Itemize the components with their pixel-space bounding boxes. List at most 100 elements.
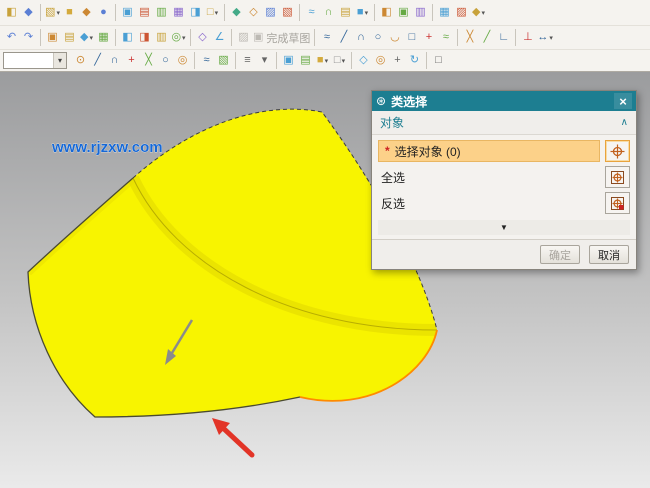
- datum-axis-icon[interactable]: ◆: [20, 3, 37, 23]
- undo-icon[interactable]: ↶: [3, 28, 20, 48]
- cancel-button[interactable]: 取消: [589, 245, 629, 264]
- edge-blend-icon[interactable]: ◆: [228, 3, 245, 23]
- make-corner-icon[interactable]: ∟: [495, 28, 512, 48]
- subtract-icon[interactable]: ▤: [136, 3, 153, 23]
- toolbar-row-selection: ▾ ⊙╱∩+╳○◎≈▧≡▾▣▤■▾□▾◇◎+↻□: [0, 50, 650, 71]
- toolbar-row-features: ◧◆▧▾■◆●▣▤▥▦◨□▾◆◇▨▧≈∩▤■▾◧▣▥▦▨◆▾: [0, 0, 650, 26]
- ruled-surface-icon[interactable]: ▤: [337, 3, 354, 23]
- selection-filter-combo[interactable]: ▾: [3, 52, 67, 69]
- edit-sketch-icon[interactable]: ▤: [61, 28, 78, 48]
- arc-icon[interactable]: ∩: [352, 28, 369, 48]
- measure-distance-icon[interactable]: ◇: [194, 28, 211, 48]
- datum-plane-icon[interactable]: ◧: [3, 3, 20, 23]
- pull-face-icon[interactable]: ◨: [136, 28, 153, 48]
- mirror-feature-icon[interactable]: ◨: [187, 3, 204, 23]
- trim-body-icon[interactable]: ▨: [262, 3, 279, 23]
- resize-blend-icon[interactable]: ◎▾: [170, 28, 187, 48]
- dialog-titlebar[interactable]: ⊛ 类选择 ×: [372, 91, 636, 111]
- close-button[interactable]: ×: [614, 93, 632, 109]
- collapse-chevron-icon[interactable]: ∧: [621, 117, 628, 128]
- gear-icon: ⊛: [376, 95, 386, 107]
- rectangle-icon[interactable]: □: [403, 28, 420, 48]
- menu-icon[interactable]: ≡: [239, 51, 256, 71]
- end-point-snap-icon[interactable]: ╱: [89, 51, 106, 71]
- bounded-plane-icon[interactable]: ■▾: [354, 3, 371, 23]
- hole-icon[interactable]: ●: [95, 3, 112, 23]
- select-all-crosshair-icon: [610, 170, 625, 185]
- move-face-icon[interactable]: ▦: [436, 3, 453, 23]
- toolbar-separator: [231, 29, 232, 46]
- chevron-down-icon[interactable]: ▾: [53, 53, 66, 68]
- fit-view-icon[interactable]: ◇: [355, 51, 372, 71]
- sew-icon[interactable]: ▥: [412, 3, 429, 23]
- select-all-button[interactable]: [605, 166, 630, 188]
- chevron-down-icon: ▾: [89, 34, 93, 42]
- replace-face-icon[interactable]: ◆▾: [470, 3, 487, 23]
- arc-center-snap-icon[interactable]: ○: [157, 51, 174, 71]
- quadrant-snap-icon[interactable]: ◎: [174, 51, 191, 71]
- trimetric-view-icon[interactable]: ▤: [297, 51, 314, 71]
- circle-icon[interactable]: ○: [369, 28, 386, 48]
- dialog-footer: 确定 取消: [372, 239, 636, 269]
- measure-angle-icon[interactable]: ∠: [211, 28, 228, 48]
- intersect-icon[interactable]: ▥: [153, 3, 170, 23]
- geometric-constraints-icon[interactable]: ⊥: [519, 28, 536, 48]
- line-icon[interactable]: ╱: [335, 28, 352, 48]
- extrude-icon[interactable]: ■: [61, 3, 78, 23]
- sketch-curve-icon[interactable]: ▨: [235, 28, 252, 48]
- sketch-icon[interactable]: ▧▾: [44, 3, 61, 23]
- object-section-header[interactable]: 对象 ∧: [372, 111, 636, 135]
- snap-point-toggle-icon[interactable]: ⊙: [72, 51, 89, 71]
- shell-icon[interactable]: □▾: [204, 3, 221, 23]
- thicken-icon[interactable]: ▣: [395, 3, 412, 23]
- point-on-face-snap-icon[interactable]: ▧: [215, 51, 232, 71]
- invert-selection-button[interactable]: [605, 192, 630, 214]
- main-toolbar: ◧◆▧▾■◆●▣▤▥▦◨□▾◆◇▨▧≈∩▤■▾◧▣▥▦▨◆▾ ↶↷▣▤◆▾▦◧◨…: [0, 0, 650, 72]
- select-object-field[interactable]: * 选择对象 (0): [378, 140, 600, 162]
- offset-surface-icon[interactable]: ◧: [378, 3, 395, 23]
- select-object-button[interactable]: [605, 140, 630, 162]
- toolbar-separator: [351, 52, 352, 69]
- swept-icon[interactable]: ∩: [320, 3, 337, 23]
- point-on-curve-snap-icon[interactable]: ≈: [198, 51, 215, 71]
- selection-filter-icon[interactable]: ▾: [256, 51, 273, 71]
- through-curves-icon[interactable]: ≈: [303, 3, 320, 23]
- orient-view-icon[interactable]: ▣: [280, 51, 297, 71]
- offset-region-icon[interactable]: ▥: [153, 28, 170, 48]
- toolbar-separator: [515, 29, 516, 46]
- control-point-snap-icon[interactable]: +: [123, 51, 140, 71]
- select-object-row: * 选择对象 (0): [372, 138, 636, 164]
- point-icon[interactable]: +: [420, 28, 437, 48]
- redo-icon[interactable]: ↷: [20, 28, 37, 48]
- pan-icon[interactable]: +: [389, 51, 406, 71]
- dialog-expand-toggle[interactable]: ▼: [378, 220, 630, 235]
- rapid-dimension-icon[interactable]: ↔▾: [536, 28, 554, 48]
- rotate-view-icon[interactable]: ↻: [406, 51, 423, 71]
- invert-selection-label: 反选: [378, 195, 600, 212]
- delete-face-icon[interactable]: ▨: [453, 3, 470, 23]
- chamfer-icon[interactable]: ◇: [245, 3, 262, 23]
- pattern-geometry-icon[interactable]: ▦: [95, 28, 112, 48]
- intersection-snap-icon[interactable]: ╳: [140, 51, 157, 71]
- quick-trim-icon[interactable]: ╳: [461, 28, 478, 48]
- toolbar-separator: [115, 4, 116, 21]
- finish-sketch-button[interactable]: ▣完成草图: [252, 28, 311, 48]
- zoom-icon[interactable]: ◎: [372, 51, 389, 71]
- profile-icon[interactable]: ≈: [318, 28, 335, 48]
- unite-icon[interactable]: ▣: [119, 3, 136, 23]
- wireframe-display-icon[interactable]: □▾: [331, 51, 348, 71]
- pattern-feature-icon[interactable]: ▦: [170, 3, 187, 23]
- mid-point-snap-icon[interactable]: ∩: [106, 51, 123, 71]
- edit-feature-icon[interactable]: ▣: [44, 28, 61, 48]
- revolve-icon[interactable]: ◆: [78, 3, 95, 23]
- toolbar-separator: [276, 52, 277, 69]
- fillet-icon[interactable]: ◡: [386, 28, 403, 48]
- window-display-icon[interactable]: □: [430, 51, 447, 71]
- move-object-icon[interactable]: ◆▾: [78, 28, 95, 48]
- move-face-sync-icon[interactable]: ◧: [119, 28, 136, 48]
- shaded-display-icon[interactable]: ■▾: [314, 51, 331, 71]
- ok-button[interactable]: 确定: [540, 245, 580, 264]
- studio-spline-icon[interactable]: ≈: [437, 28, 454, 48]
- split-body-icon[interactable]: ▧: [279, 3, 296, 23]
- quick-extend-icon[interactable]: ╱: [478, 28, 495, 48]
